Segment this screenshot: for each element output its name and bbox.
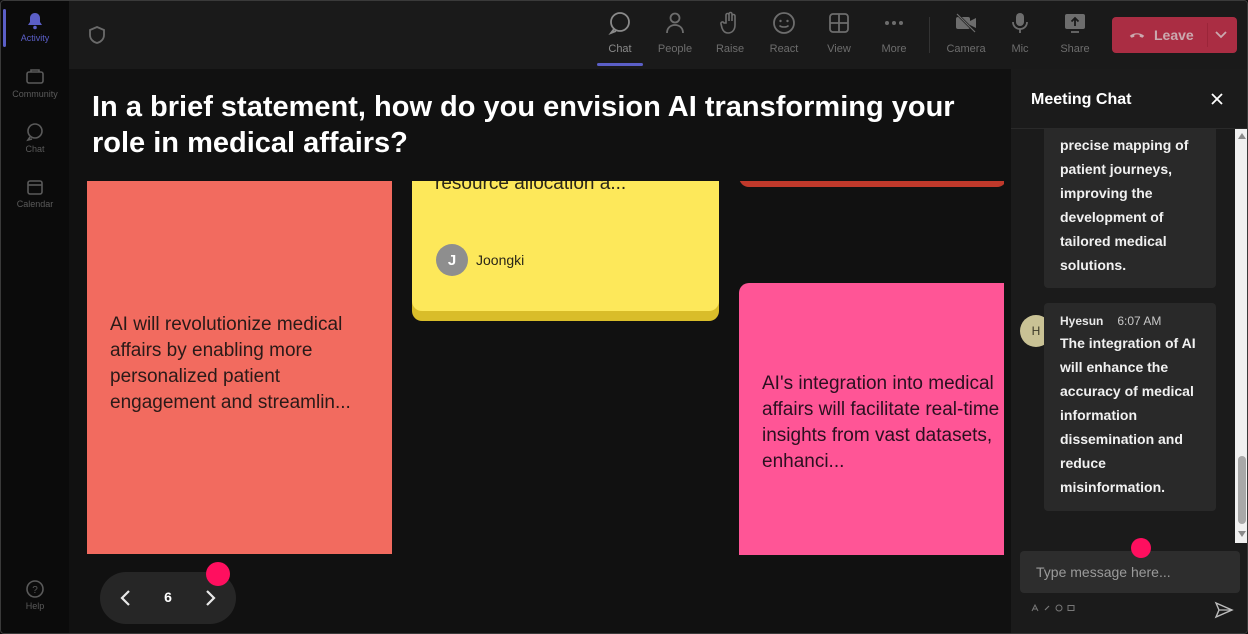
toolbar-react-button[interactable]: React <box>759 11 809 61</box>
leave-divider <box>1207 23 1208 47</box>
community-icon <box>26 69 44 84</box>
gif-icon[interactable] <box>1067 604 1075 612</box>
mic-icon <box>1012 13 1028 33</box>
toolbar-more-label: More <box>881 43 907 55</box>
toolbar-people-button[interactable]: People <box>650 11 700 61</box>
response-card-text: AI will revolutionize medical affairs by… <box>110 314 351 413</box>
rail-item-community[interactable]: Community <box>5 67 65 99</box>
leave-button[interactable]: Leave <box>1112 17 1237 53</box>
response-card[interactable]: AI's integration into medical affairs wi… <box>739 283 1004 555</box>
close-icon[interactable] <box>1209 91 1225 107</box>
avatar-initial: H <box>1031 324 1041 338</box>
attach-icon[interactable] <box>1043 604 1051 612</box>
rail-label-help: Help <box>25 601 45 611</box>
cursor-indicator <box>1131 538 1151 558</box>
rail-label-activity: Activity <box>20 33 50 43</box>
send-icon[interactable] <box>1214 600 1234 620</box>
toolbar-raise-button[interactable]: Raise <box>705 11 755 61</box>
meeting-window: Activity Community Chat Calendar ? Help … <box>0 0 1248 634</box>
toolbar-mic-button[interactable]: Mic <box>995 11 1045 61</box>
whiteboard-stage: In a brief statement, how do you envisio… <box>69 69 1011 633</box>
chat-message-body: The integration of AI will enhance the a… <box>1060 335 1196 495</box>
rail-label-chat: Chat <box>25 144 45 154</box>
response-card-text: resource allocation a... <box>435 181 627 194</box>
raise-hand-icon <box>720 11 736 34</box>
toolbar-chat-label: Chat <box>608 43 632 55</box>
rail-label-calendar: Calendar <box>16 199 54 209</box>
response-card[interactable]: resource allocation a... J Joongki <box>412 181 719 311</box>
response-card[interactable] <box>739 181 1004 187</box>
chat-icon <box>608 12 630 35</box>
toolbar-react-label: React <box>769 43 799 55</box>
toolbar-raise-label: Raise <box>715 43 745 55</box>
camera-off-icon <box>956 13 976 33</box>
toolbar-camera-button[interactable]: Camera <box>941 11 991 61</box>
left-rail: Activity Community Chat Calendar ? Help <box>1 1 69 633</box>
scroll-down-arrow-icon[interactable] <box>1238 531 1246 537</box>
rail-item-help[interactable]: ? Help <box>5 579 65 611</box>
grid-icon <box>829 13 849 33</box>
response-card-author: Joongki <box>476 252 525 268</box>
response-board: AI will revolutionize medical affairs by… <box>69 181 1004 555</box>
bell-icon <box>28 13 42 30</box>
rail-item-activity[interactable]: Activity <box>5 11 65 43</box>
chat-message-header: Hyesun 6:07 AM <box>1060 313 1200 329</box>
toolbar-view-label: View <box>827 43 851 55</box>
chat-message-author: Hyesun <box>1060 314 1104 328</box>
shield-icon[interactable] <box>87 25 107 45</box>
people-icon <box>666 12 684 34</box>
chat-scrollbar[interactable] <box>1235 129 1247 543</box>
share-icon <box>1065 14 1085 33</box>
rail-item-chat[interactable]: Chat <box>5 122 65 154</box>
chat-message-time: 6:07 AM <box>1117 314 1162 328</box>
chat-header: Meeting Chat <box>1011 69 1247 129</box>
meeting-chat-panel: Meeting Chat precise mapping of patient … <box>1011 69 1247 633</box>
chat-messages[interactable]: precise mapping of patient journeys, imp… <box>1011 129 1236 543</box>
avatar: J <box>436 244 468 276</box>
chevron-down-icon[interactable] <box>1214 27 1228 41</box>
leave-label: Leave <box>1154 27 1194 43</box>
chat-message: Hyesun 6:07 AM The integration of AI will… <box>1044 303 1216 511</box>
chat-message: precise mapping of patient journeys, imp… <box>1044 129 1216 288</box>
rail-item-calendar[interactable]: Calendar <box>5 177 65 209</box>
toolbar-view-button[interactable]: View <box>814 11 864 61</box>
svg-text:?: ? <box>32 585 38 596</box>
response-card[interactable]: AI will revolutionize medical affairs by… <box>87 181 392 554</box>
help-icon: ? <box>26 580 44 598</box>
more-icon <box>885 21 903 25</box>
toolbar-chat-button[interactable]: Chat <box>595 11 645 61</box>
emoji-icon[interactable] <box>1055 604 1063 612</box>
rail-label-community: Community <box>12 89 58 99</box>
question-title: In a brief statement, how do you envisio… <box>92 91 955 159</box>
toolbar-camera-label: Camera <box>946 43 986 55</box>
cursor-indicator <box>206 562 230 586</box>
format-toolbar <box>1031 604 1075 612</box>
response-card-text-content: AI's integration into medical affairs wi… <box>762 373 1000 472</box>
toolbar-share-button[interactable]: Share <box>1050 11 1100 61</box>
smiley-icon <box>773 12 795 34</box>
response-card-text: AI's integration into medical affairs wi… <box>762 371 1004 475</box>
meeting-toolbar: Chat People Raise React View More Camera <box>69 1 1247 69</box>
toolbar-more-button[interactable]: More <box>869 11 919 61</box>
toolbar-people-label: People <box>657 43 693 55</box>
chat-message-input[interactable] <box>1020 551 1240 593</box>
toolbar-mic-label: Mic <box>1011 43 1029 55</box>
chevron-left-icon[interactable] <box>116 588 136 608</box>
scrollbar-thumb[interactable] <box>1238 456 1246 524</box>
hang-up-icon <box>1129 33 1145 38</box>
toolbar-separator <box>929 17 930 53</box>
format-text-icon[interactable] <box>1031 604 1039 612</box>
toolbar-share-label: Share <box>1060 43 1090 55</box>
chat-icon <box>26 123 43 142</box>
active-tab-indicator <box>597 63 643 66</box>
page-number: 6 <box>164 589 172 605</box>
chat-message-body: precise mapping of patient journeys, imp… <box>1060 137 1189 273</box>
chat-title: Meeting Chat <box>1031 91 1132 108</box>
calendar-icon <box>27 180 43 195</box>
chevron-right-icon[interactable] <box>200 588 220 608</box>
scroll-up-arrow-icon[interactable] <box>1238 133 1246 139</box>
